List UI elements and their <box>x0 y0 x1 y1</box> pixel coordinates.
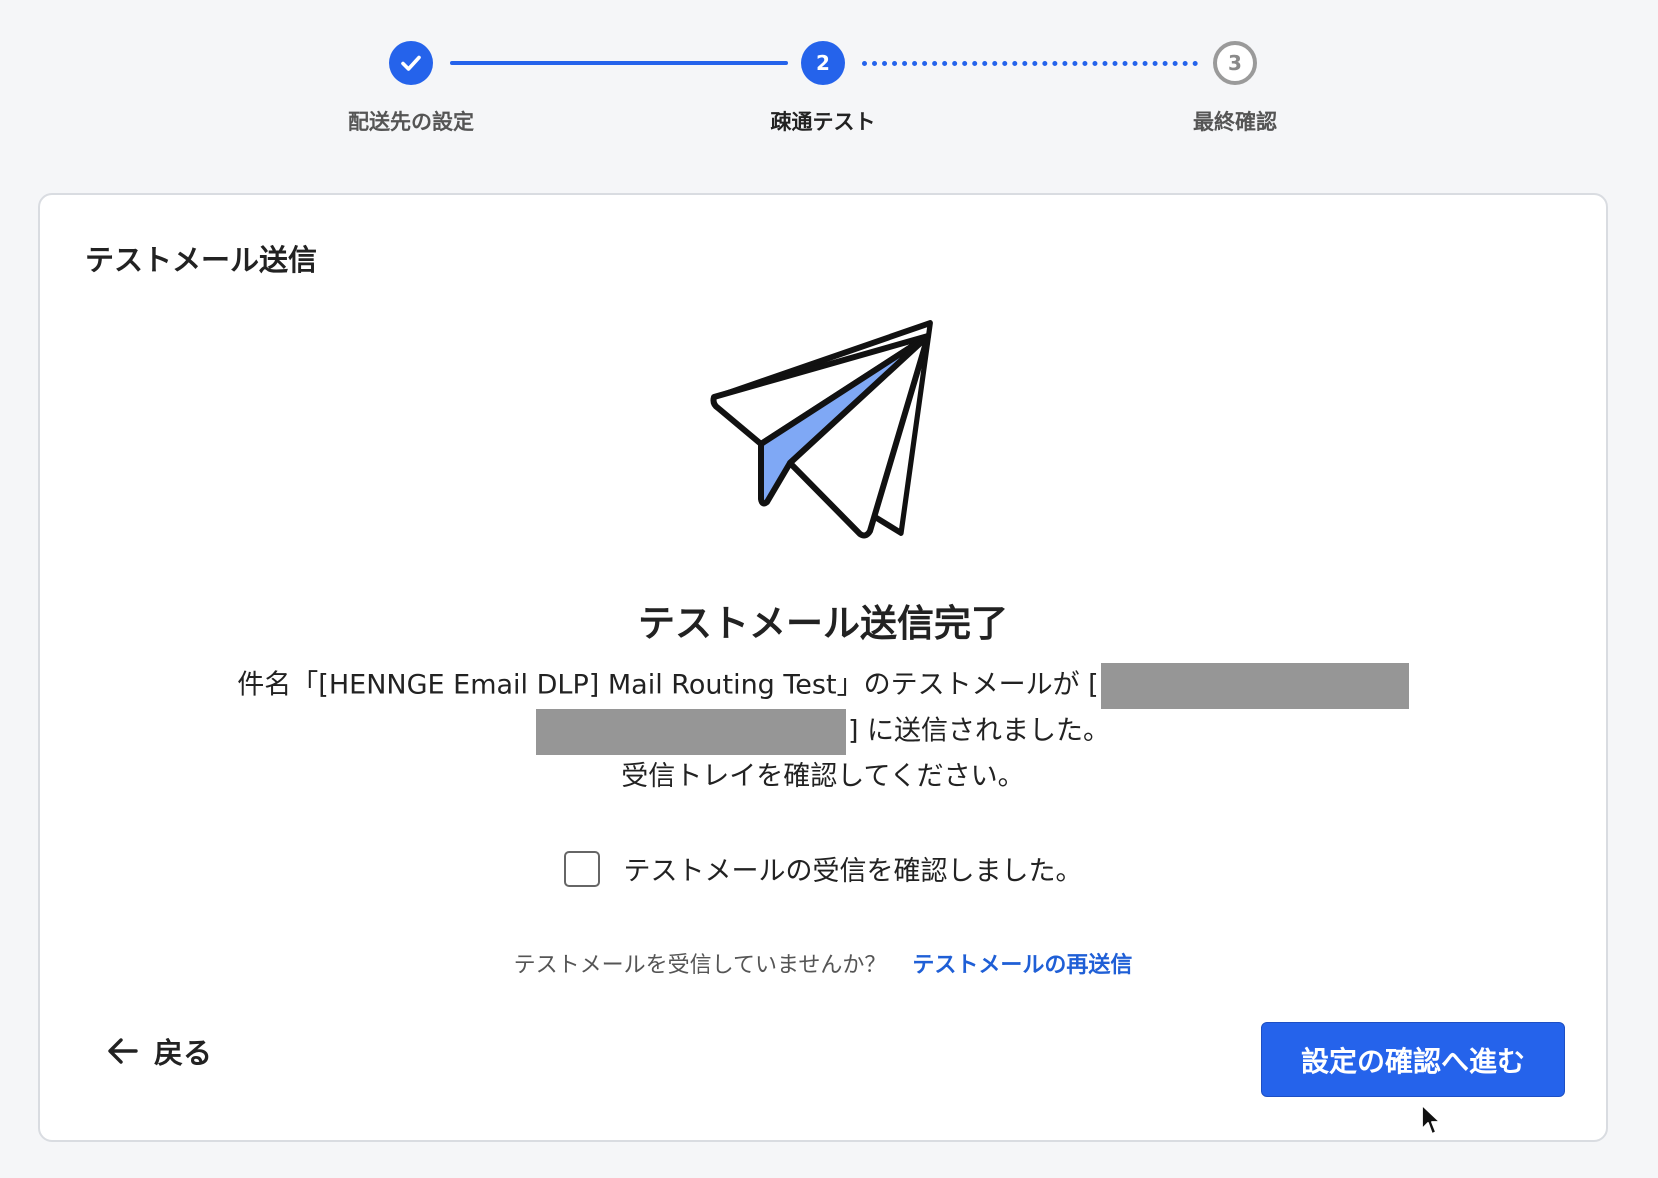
step-1-complete-indicator <box>389 41 433 85</box>
confirm-receipt-label[interactable]: テストメールの受信を確認しました。 <box>624 849 1083 888</box>
back-button-label: 戻る <box>154 1036 213 1070</box>
inbox-instruction: 受信トレイを確認してください。 <box>621 761 1025 792</box>
redacted-recipient-part-2 <box>535 709 846 755</box>
redacted-recipient-part-1 <box>1100 663 1409 709</box>
sent-message-prefix: 件名「[HENNGE Email DLP] Mail Routing Test」… <box>237 669 1099 701</box>
check-icon <box>401 55 421 71</box>
test-mail-card: テストメール送信 テストメール送信完了 件名「[HENNGE Email DLP… <box>38 193 1608 1142</box>
step-connector-done <box>450 61 788 65</box>
sent-message-line-1: 件名「[HENNGE Email DLP] Mail Routing Test」… <box>40 663 1606 709</box>
step-2-number: 2 <box>816 51 830 75</box>
resend-question: テストメールを受信していませんか？ <box>513 953 887 978</box>
paper-plane-icon <box>710 320 933 539</box>
mouse-pointer-icon <box>1421 1104 1441 1135</box>
step-1-label: 配送先の設定 <box>348 110 474 134</box>
sent-message-line-2: ] に送信されました。 <box>40 709 1606 755</box>
back-button[interactable]: 戻る <box>106 1030 212 1072</box>
sent-message: 件名「[HENNGE Email DLP] Mail Routing Test」… <box>40 663 1606 799</box>
confirm-receipt-checkbox[interactable] <box>563 850 600 887</box>
progress-stepper: 配送先の設定 2 疎通テスト 3 最終確認 <box>0 0 1658 150</box>
card-title: テストメール送信 <box>85 243 318 277</box>
step-3-number: 3 <box>1228 51 1242 75</box>
proceed-to-confirmation-button[interactable]: 設定の確認へ進む <box>1261 1022 1565 1097</box>
step-2-label: 疎通テスト <box>770 110 876 134</box>
proceed-button-label: 設定の確認へ進む <box>1300 1044 1525 1078</box>
completion-title: テストメール送信完了 <box>638 602 1008 645</box>
step-3-pending-indicator: 3 <box>1213 41 1257 85</box>
confirm-receipt-row[interactable]: テストメールの受信を確認しました。 <box>40 849 1606 888</box>
step-connector-pending <box>862 61 1198 66</box>
resend-row: テストメールを受信していませんか？ テストメールの再送信 <box>40 947 1606 979</box>
arrow-left-icon <box>108 1038 138 1064</box>
resend-test-mail-link[interactable]: テストメールの再送信 <box>912 947 1132 979</box>
step-3-label: 最終確認 <box>1193 110 1277 134</box>
step-2-current-indicator: 2 <box>801 41 845 85</box>
sent-message-suffix: ] に送信されました。 <box>847 715 1111 747</box>
